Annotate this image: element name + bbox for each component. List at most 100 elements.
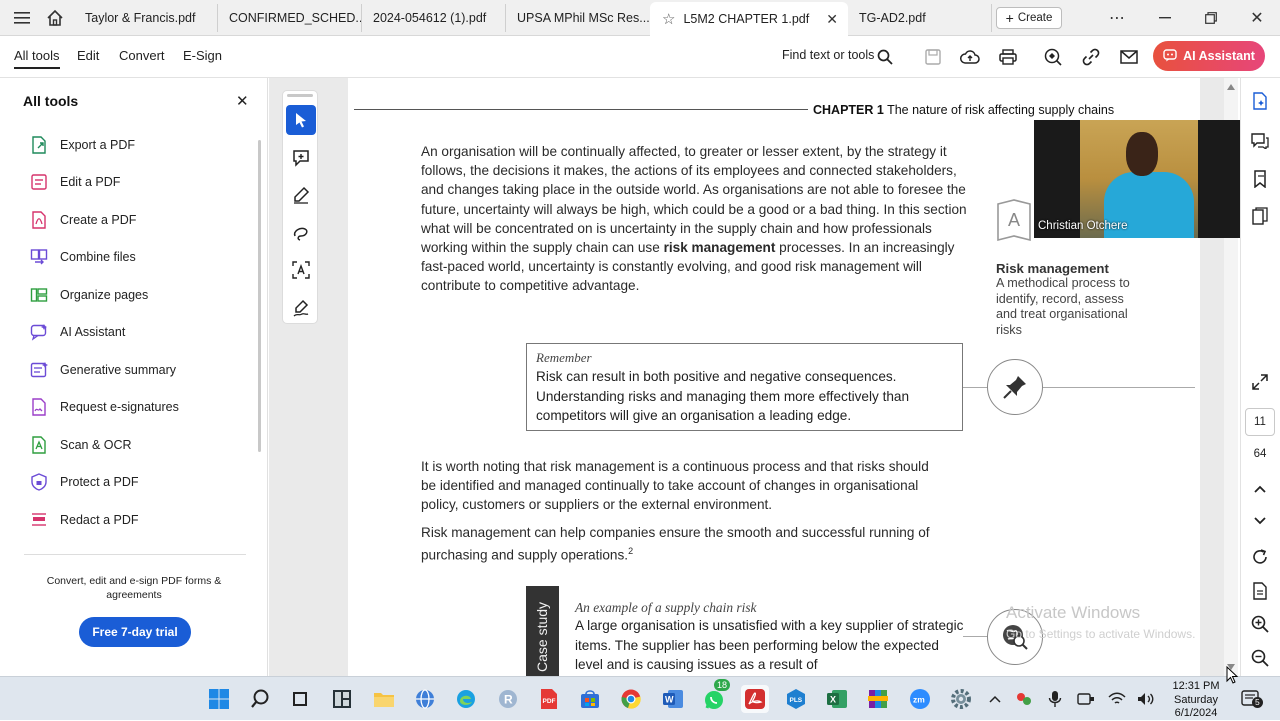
save-icon[interactable] xyxy=(921,45,945,69)
pls-app-icon[interactable]: PLS xyxy=(782,685,810,713)
menu-all-tools[interactable]: All tools xyxy=(14,48,60,69)
zoom-out-icon[interactable] xyxy=(1247,645,1273,671)
acrobat-icon[interactable] xyxy=(741,685,769,713)
tab-upsa-mphil[interactable]: UPSA MPhil MSc Res... xyxy=(505,4,650,32)
edge-browser-icon[interactable] xyxy=(452,685,480,713)
tray-device-icon[interactable] xyxy=(1074,685,1098,713)
ai-generated-icon[interactable] xyxy=(1247,88,1273,114)
document-properties-icon[interactable] xyxy=(1247,578,1273,604)
select-cursor-icon[interactable] xyxy=(286,105,316,135)
add-comment-icon[interactable] xyxy=(286,143,316,173)
system-clock[interactable]: 12:31 PM Saturday 6/1/2024 xyxy=(1168,680,1224,721)
ai-search-icon[interactable] xyxy=(1041,45,1065,69)
browser-globe-icon[interactable] xyxy=(411,685,439,713)
menu-icon[interactable] xyxy=(10,6,34,30)
tool-protect-pdf[interactable]: Protect a PDF xyxy=(30,470,139,494)
tab-taylor-francis[interactable]: Taylor & Francis.pdf xyxy=(73,4,218,32)
freehand-draw-icon[interactable] xyxy=(286,218,316,248)
refresh-icon[interactable] xyxy=(1247,544,1273,570)
create-label: Create xyxy=(1017,12,1053,24)
file-explorer-icon[interactable] xyxy=(370,685,398,713)
zoom-in-icon[interactable] xyxy=(1247,611,1273,637)
tool-request-esignatures[interactable]: Request e-signatures xyxy=(30,395,179,419)
find-text-or-tools[interactable]: Find text or tools xyxy=(782,48,874,62)
webcam-overlay[interactable]: Christian Otchere xyxy=(1034,120,1244,238)
store-icon[interactable] xyxy=(576,685,604,713)
tool-combine-files[interactable]: Combine files xyxy=(30,245,136,269)
tool-scan-ocr[interactable]: Scan & OCR xyxy=(30,433,132,457)
windows-start-icon[interactable] xyxy=(205,685,233,713)
tab-confirmed-sched[interactable]: CONFIRMED_SCHED... xyxy=(217,4,362,32)
bookmark-icon[interactable] xyxy=(1247,166,1273,192)
zoom-app-icon[interactable]: zm xyxy=(906,685,934,713)
tool-redact-pdf[interactable]: Redact a PDF xyxy=(30,508,139,532)
star-icon[interactable]: ☆ xyxy=(662,10,675,28)
tool-organize-pages[interactable]: Organize pages xyxy=(30,283,148,307)
ai-assistant-button[interactable]: AI Assistant xyxy=(1153,41,1265,71)
home-icon[interactable] xyxy=(43,6,67,30)
tab-2024-054612[interactable]: 2024-054612 (1).pdf xyxy=(361,4,506,32)
tool-ai-assistant[interactable]: AI Assistant xyxy=(30,320,125,344)
word-icon[interactable]: W xyxy=(659,685,687,713)
free-trial-button[interactable]: Free 7-day trial xyxy=(79,617,191,647)
tray-app-icon[interactable] xyxy=(1012,685,1036,713)
drag-handle[interactable] xyxy=(287,94,313,97)
pdf-app-icon[interactable]: PDF xyxy=(535,685,563,713)
comments-icon[interactable] xyxy=(1247,128,1273,154)
clock-time: 12:31 PM xyxy=(1172,680,1220,692)
next-page-icon[interactable] xyxy=(1247,508,1273,534)
menu-edit[interactable]: Edit xyxy=(77,48,99,63)
tab-label: CONFIRMED_SCHED... xyxy=(229,11,362,25)
settings-gear-icon[interactable] xyxy=(947,685,975,713)
svg-text:X: X xyxy=(830,695,836,705)
taskbar-search-icon[interactable] xyxy=(246,685,274,713)
tab-tg-ad2[interactable]: TG-AD2.pdf xyxy=(847,4,992,32)
excel-icon[interactable]: X xyxy=(823,685,851,713)
upload-cloud-icon[interactable] xyxy=(958,45,982,69)
text-recognition-icon[interactable] xyxy=(286,255,316,285)
snap-layout-icon[interactable] xyxy=(328,685,356,713)
expand-icon[interactable] xyxy=(1247,369,1273,395)
panel-scrollbar[interactable] xyxy=(258,140,261,452)
sign-icon[interactable] xyxy=(286,293,316,323)
tray-chevron-icon[interactable] xyxy=(983,685,1007,713)
volume-icon[interactable] xyxy=(1134,685,1158,713)
print-icon[interactable] xyxy=(996,45,1020,69)
highlight-pen-icon[interactable] xyxy=(286,180,316,210)
wifi-icon[interactable] xyxy=(1105,685,1129,713)
task-view-icon[interactable] xyxy=(286,685,314,713)
case-study-title: An example of a supply chain risk xyxy=(575,600,757,615)
request-esignatures-icon xyxy=(30,398,48,416)
close-panel-icon[interactable]: ✕ xyxy=(236,92,249,110)
link-icon[interactable] xyxy=(1079,45,1103,69)
mail-icon[interactable] xyxy=(1117,45,1141,69)
winrar-icon[interactable] xyxy=(864,685,892,713)
tab-l5m2-chapter-1[interactable]: ☆ L5M2 CHAPTER 1.pdf ✕ xyxy=(650,2,848,36)
page-number-input[interactable]: 11 xyxy=(1245,408,1275,436)
more-options-icon[interactable]: ⋯ xyxy=(1102,6,1132,30)
menu-convert[interactable]: Convert xyxy=(119,48,165,63)
export-pdf-icon xyxy=(30,136,48,154)
previous-page-icon[interactable] xyxy=(1247,476,1273,502)
close-tab-icon[interactable]: ✕ xyxy=(826,11,838,28)
menu-esign[interactable]: E-Sign xyxy=(183,48,222,63)
protect-pdf-icon xyxy=(30,473,48,491)
tool-export-pdf[interactable]: Export a PDF xyxy=(30,133,135,157)
scroll-up-icon[interactable] xyxy=(1227,84,1235,90)
whatsapp-icon[interactable]: 18 xyxy=(700,679,731,713)
tab-label: TG-AD2.pdf xyxy=(859,11,926,25)
tool-generative-summary[interactable]: Generative summary xyxy=(30,358,176,382)
chrome-icon[interactable] xyxy=(617,685,645,713)
pages-thumbnails-icon[interactable] xyxy=(1247,203,1273,229)
notifications-icon[interactable]: 5 xyxy=(1238,685,1264,713)
search-icon[interactable] xyxy=(873,45,897,69)
tool-create-pdf[interactable]: Create a PDF xyxy=(30,208,136,232)
restore-icon[interactable] xyxy=(1196,6,1226,30)
minimize-icon[interactable] xyxy=(1150,6,1180,30)
r-app-icon[interactable]: R xyxy=(494,685,522,713)
mouse-cursor-icon xyxy=(1226,666,1239,684)
tool-edit-pdf[interactable]: Edit a PDF xyxy=(30,170,120,194)
microphone-icon[interactable] xyxy=(1043,685,1067,713)
create-button[interactable]: + Create xyxy=(996,7,1062,29)
close-window-icon[interactable]: ✕ xyxy=(1242,6,1272,30)
